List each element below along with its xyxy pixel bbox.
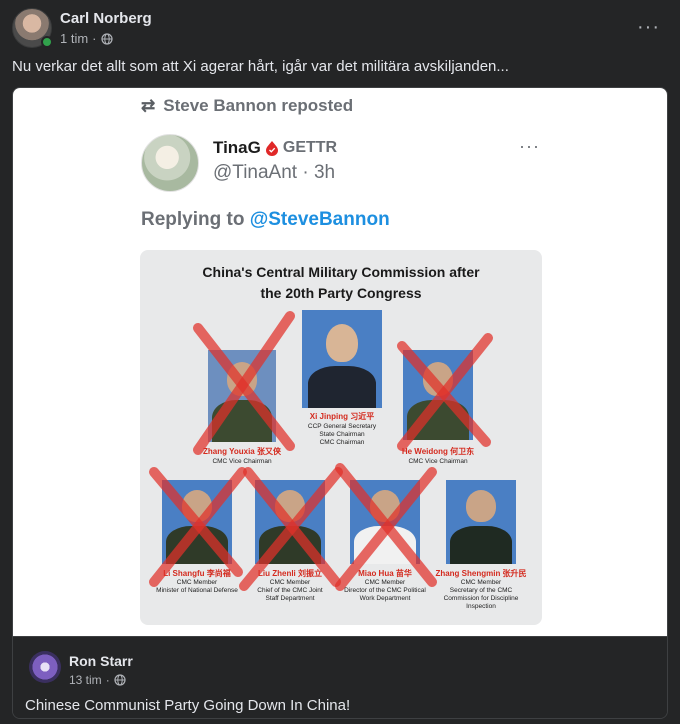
gettr-user-name: TinaG (213, 138, 261, 157)
post-meta: 1 tim · (60, 31, 113, 46)
member-title: CMC Member Director of the CMC Political… (335, 579, 435, 603)
title-line: State Chairman (319, 431, 365, 438)
title-line: Inspection (466, 603, 496, 610)
member-name: Liu Zhenli 刘振立 (258, 569, 322, 578)
infographic-title-line2: the 20th Party Congress (260, 285, 422, 301)
member-name: Zhang Shengmin 张升民 (435, 569, 527, 578)
meta-separator: · (92, 31, 97, 46)
member-name: Zhang Youxia 张又侠 (203, 447, 281, 456)
gettr-logo-icon (265, 141, 278, 156)
infographic-title-line1: China's Central Military Commission afte… (202, 264, 480, 280)
replying-mention: @SteveBannon (249, 209, 390, 230)
shared-post-card[interactable]: ⇄ Steve Bannon reposted TinaG GETTR @Tin… (12, 87, 668, 719)
member-card: Li Shangfu 李尚福 CMC Member Minister of Na… (156, 480, 238, 594)
member-name: Xi Jinping 习近平 (309, 412, 375, 421)
title-line: Work Department (359, 595, 411, 602)
member-name: Miao Hua 苗华 (358, 569, 412, 578)
title-line: Staff Department (265, 595, 315, 602)
shared-screenshot[interactable]: ⇄ Steve Bannon reposted TinaG GETTR @Tin… (13, 88, 667, 636)
title-line: Director of the CMC Political (344, 587, 426, 594)
comment-text: Chinese Communist Party Going Down In Ch… (25, 697, 351, 714)
member-card: Zhang Youxia 张又侠 CMC Vice Chairman (203, 350, 281, 465)
meta-separator: · (105, 673, 110, 687)
member-card: Xi Jinping 习近平 CCP General Secretary Sta… (302, 310, 384, 446)
gettr-platform-label: GETTR (282, 139, 338, 156)
shared-original-post: Ron Starr 13 tim · Chinese Communist Par… (13, 636, 667, 718)
cmc-infographic: China's Central Military Commission afte… (140, 250, 542, 625)
replying-prefix: Replying to (141, 209, 250, 230)
member-title: CMC Member Secretary of the CMC Commissi… (431, 579, 531, 611)
title-line: CMC Member (269, 579, 311, 586)
title-line: Chief of the CMC Joint (257, 587, 323, 594)
member-name: He Weidong 何卫东 (401, 447, 475, 456)
member-card: Liu Zhenli 刘振立 CMC Member Chief of the C… (255, 480, 325, 602)
member-title: CMC Member Chief of the CMC Joint Staff … (240, 579, 340, 603)
member-card: He Weidong 何卫东 CMC Vice Chairman (402, 350, 474, 465)
post-text: Nu verkar det allt som att Xi agerar hår… (12, 58, 509, 75)
commenter-name[interactable]: Ron Starr (69, 653, 133, 669)
member-card: Zhang Shengmin 张升民 CMC Member Secretary … (435, 480, 527, 610)
member-photo (446, 480, 516, 564)
comment-meta: 13 tim · (69, 673, 126, 687)
member-card: Miao Hua 苗华 CMC Member Director of the C… (344, 480, 426, 602)
post-timestamp[interactable]: 1 tim (60, 31, 88, 46)
member-photo (403, 350, 473, 440)
post-header: Carl Norberg 1 tim · ··· (12, 6, 668, 50)
title-line: Commission for Discipline (443, 595, 519, 602)
gettr-more-icon: ··· (519, 136, 540, 156)
globe-icon (114, 674, 126, 686)
member-photo (208, 350, 276, 442)
post-author-name[interactable]: Carl Norberg (60, 10, 152, 27)
infographic-title: China's Central Military Commission afte… (140, 262, 542, 304)
online-status-indicator (41, 36, 53, 48)
member-photo (350, 480, 420, 564)
member-photo (302, 310, 382, 408)
title-line: CCP General Secretary (307, 423, 377, 430)
comment-timestamp[interactable]: 13 tim (69, 673, 102, 687)
member-title: CMC Vice Chairman (212, 458, 272, 465)
repost-icon: ⇄ (141, 96, 156, 115)
globe-icon (100, 32, 113, 45)
post-more-options-button[interactable]: ··· (637, 16, 660, 39)
title-line: CMC Member (176, 579, 218, 586)
title-line: CMC Member (364, 579, 406, 586)
commenter-avatar[interactable] (29, 651, 61, 683)
member-photo (255, 480, 325, 564)
title-line: Minister of National Defense (156, 587, 238, 594)
title-line: CMC Chairman (319, 439, 365, 446)
repost-line: ⇄ Steve Bannon reposted (141, 96, 353, 116)
gettr-user-handle: @TinaAnt · 3h (213, 162, 336, 183)
member-title: CMC Member Minister of National Defense (147, 579, 247, 595)
member-title: CCP General Secretary State Chairman CMC… (292, 423, 392, 447)
member-title: CMC Vice Chairman (408, 458, 468, 465)
gettr-user-name-row: TinaG GETTR (213, 138, 337, 158)
title-line: Secretary of the CMC (449, 587, 513, 594)
member-name: Li Shangfu 李尚福 (163, 569, 231, 578)
title-line: CMC Member (460, 579, 502, 586)
replying-to: Replying to @SteveBannon (141, 209, 390, 231)
member-photo (162, 480, 232, 564)
repost-text: Steve Bannon reposted (163, 96, 354, 115)
gettr-user-avatar (141, 134, 199, 192)
